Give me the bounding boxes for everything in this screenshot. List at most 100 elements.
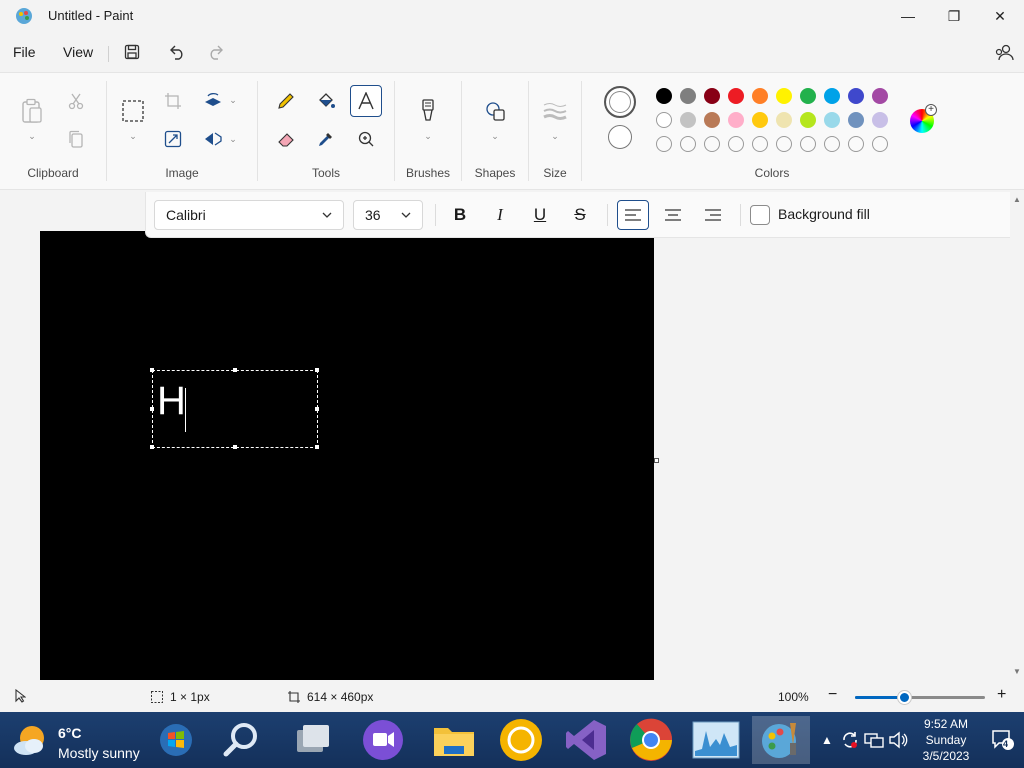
paint-taskbar-icon[interactable] xyxy=(752,716,810,764)
custom-color-slot[interactable] xyxy=(776,136,792,152)
text-box[interactable]: H xyxy=(150,368,319,449)
visual-studio-icon[interactable] xyxy=(560,716,612,764)
custom-color-slot[interactable] xyxy=(848,136,864,152)
performance-monitor-icon[interactable] xyxy=(690,716,742,764)
select-dropdown-chevron-icon[interactable]: ⌄ xyxy=(128,131,138,141)
custom-color-slot[interactable] xyxy=(680,136,696,152)
scroll-up-icon[interactable]: ▲ xyxy=(1012,195,1022,205)
start-button-icon[interactable] xyxy=(150,716,202,764)
color-swatch[interactable] xyxy=(824,88,840,104)
save-icon[interactable] xyxy=(120,40,144,64)
primary-color-swatch[interactable] xyxy=(604,86,636,118)
crop-icon[interactable] xyxy=(157,85,189,117)
background-fill-checkbox[interactable] xyxy=(750,205,770,225)
underline-button[interactable]: U xyxy=(524,200,556,230)
rotate-icon[interactable] xyxy=(197,85,229,117)
custom-color-slot[interactable] xyxy=(824,136,840,152)
textbox-handle[interactable] xyxy=(150,445,154,449)
color-swatch[interactable] xyxy=(848,112,864,128)
rotate-dropdown-chevron-icon[interactable]: ⌄ xyxy=(228,95,238,105)
align-center-button[interactable] xyxy=(657,200,689,230)
redo-icon[interactable] xyxy=(204,40,228,64)
custom-color-slot[interactable] xyxy=(704,136,720,152)
sync-icon[interactable] xyxy=(840,730,860,750)
align-right-button[interactable] xyxy=(697,200,729,230)
textbox-handle[interactable] xyxy=(150,368,154,372)
maximize-button[interactable]: ❐ xyxy=(931,0,977,32)
secondary-color-swatch[interactable] xyxy=(608,125,632,149)
cut-icon[interactable] xyxy=(60,85,92,117)
chrome-canary-icon[interactable] xyxy=(495,716,547,764)
zoom-slider-thumb[interactable] xyxy=(898,691,912,704)
color-swatch[interactable] xyxy=(824,112,840,128)
textbox-handle[interactable] xyxy=(315,368,319,372)
notification-center-icon[interactable]: 4 xyxy=(990,730,1016,750)
size-icon[interactable] xyxy=(539,95,571,127)
color-swatch[interactable] xyxy=(800,112,816,128)
color-swatch[interactable] xyxy=(872,88,888,104)
color-swatch[interactable] xyxy=(752,88,768,104)
canvas-resize-handle[interactable] xyxy=(654,458,659,463)
menu-view[interactable]: View xyxy=(63,44,93,60)
color-swatch[interactable] xyxy=(704,112,720,128)
shapes-icon[interactable] xyxy=(479,95,511,127)
custom-color-slot[interactable] xyxy=(872,136,888,152)
custom-color-slot[interactable] xyxy=(800,136,816,152)
align-left-button[interactable] xyxy=(617,200,649,230)
bold-button[interactable]: B xyxy=(444,200,476,230)
paste-icon[interactable] xyxy=(16,95,48,127)
minimize-button[interactable]: — xyxy=(885,0,931,32)
flip-dropdown-chevron-icon[interactable]: ⌄ xyxy=(228,134,238,144)
magnifier-icon[interactable] xyxy=(350,123,382,155)
color-swatch[interactable] xyxy=(728,88,744,104)
textbox-handle[interactable] xyxy=(150,407,154,411)
file-explorer-icon[interactable] xyxy=(428,716,480,764)
color-swatch[interactable] xyxy=(800,88,816,104)
brush-dropdown-chevron-icon[interactable]: ⌄ xyxy=(423,131,433,141)
color-picker-icon[interactable] xyxy=(310,123,342,155)
flip-icon[interactable] xyxy=(197,123,229,155)
color-swatch[interactable] xyxy=(848,88,864,104)
color-swatch[interactable] xyxy=(728,112,744,128)
weather-widget[interactable]: 6°C Mostly sunny xyxy=(8,718,158,762)
network-icon[interactable] xyxy=(864,730,884,750)
italic-button[interactable]: I xyxy=(484,200,516,230)
undo-icon[interactable] xyxy=(165,40,189,64)
color-swatch[interactable] xyxy=(872,112,888,128)
color-swatch[interactable] xyxy=(776,88,792,104)
color-swatch[interactable] xyxy=(776,112,792,128)
search-icon[interactable] xyxy=(215,716,267,764)
copy-icon[interactable] xyxy=(60,123,92,155)
pencil-icon[interactable] xyxy=(270,85,302,117)
account-icon[interactable] xyxy=(992,40,1016,64)
strikethrough-button[interactable]: S xyxy=(564,200,596,230)
custom-color-slot[interactable] xyxy=(728,136,744,152)
font-family-dropdown[interactable]: Calibri xyxy=(154,200,344,230)
close-button[interactable]: ✕ xyxy=(977,0,1023,32)
taskbar-clock[interactable]: 9:52 AM Sunday 3/5/2023 xyxy=(916,716,976,764)
show-hidden-icons-chevron-up-icon[interactable]: ▲ xyxy=(817,730,837,750)
size-dropdown-chevron-icon[interactable]: ⌄ xyxy=(550,131,560,141)
color-swatch[interactable] xyxy=(680,112,696,128)
text-tool-icon[interactable] xyxy=(350,85,382,117)
volume-icon[interactable] xyxy=(888,730,908,750)
color-swatch[interactable] xyxy=(704,88,720,104)
brush-icon[interactable] xyxy=(412,95,444,127)
textbox-handle[interactable] xyxy=(315,407,319,411)
custom-color-slot[interactable] xyxy=(752,136,768,152)
scroll-down-icon[interactable]: ▼ xyxy=(1012,667,1022,677)
textbox-handle[interactable] xyxy=(315,445,319,449)
eraser-icon[interactable] xyxy=(270,123,302,155)
drawing-canvas[interactable]: H xyxy=(40,231,654,680)
textbox-handle[interactable] xyxy=(233,368,237,372)
zoom-in-button[interactable]: + xyxy=(997,686,1006,704)
paste-dropdown-chevron-icon[interactable]: ⌄ xyxy=(27,131,37,141)
menu-file[interactable]: File xyxy=(13,44,36,60)
font-size-dropdown[interactable]: 36 xyxy=(353,200,423,230)
color-swatch[interactable] xyxy=(656,88,672,104)
zoom-out-button[interactable]: − xyxy=(828,686,837,704)
textbox-handle[interactable] xyxy=(233,445,237,449)
color-swatch[interactable] xyxy=(656,112,672,128)
zoom-slider[interactable] xyxy=(855,691,985,704)
vertical-scrollbar[interactable]: ▲ ▼ xyxy=(1010,191,1024,680)
